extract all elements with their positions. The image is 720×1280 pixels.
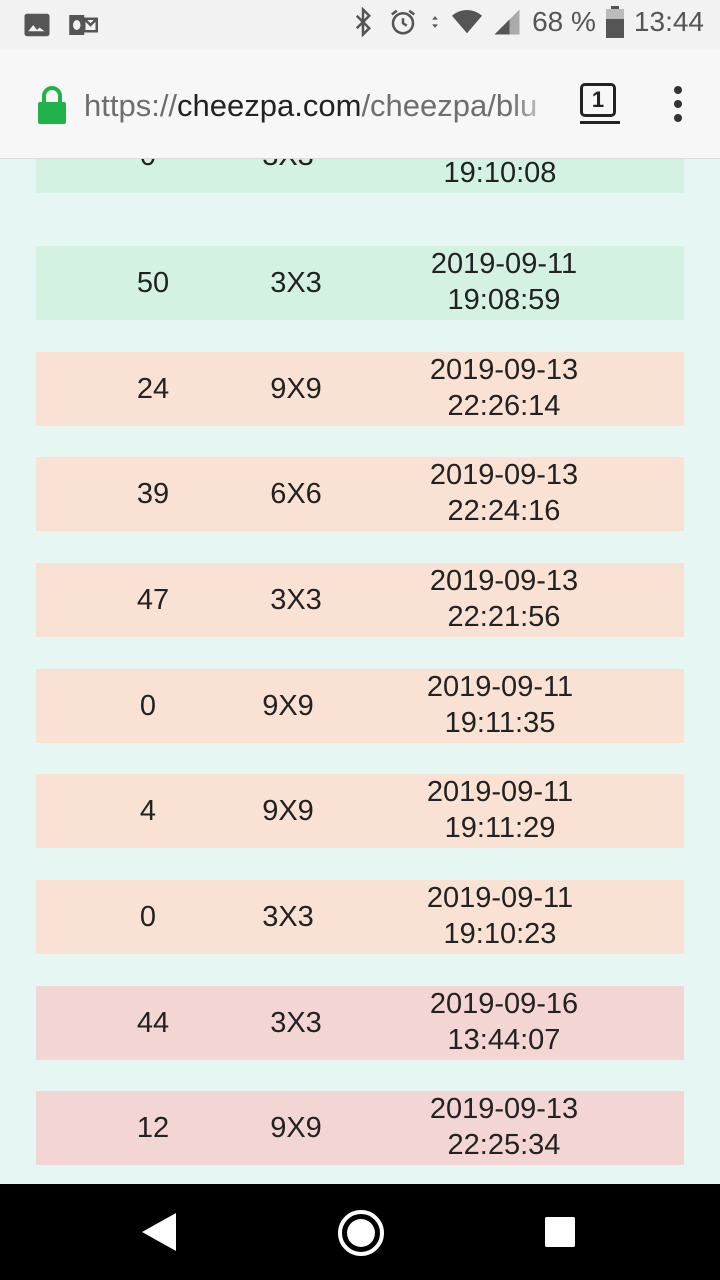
signal-icon <box>494 9 520 35</box>
date-text: 2019-09-11 <box>426 882 574 914</box>
data-arrows-icon <box>432 16 439 28</box>
date-text: 2019-09-16 <box>429 988 579 1020</box>
overflow-menu-button[interactable] <box>672 86 684 122</box>
url-host: cheezpa.com <box>177 88 362 123</box>
url-path: /cheezpa/blu <box>361 88 538 123</box>
date-text: 2019-09-13 <box>429 565 579 597</box>
size-cell: 9X9 <box>262 795 314 827</box>
time-text: 22:25:34 <box>447 1129 561 1161</box>
date-text: 2019-09-13 <box>429 1093 579 1125</box>
home-icon[interactable] <box>338 1210 384 1256</box>
status-bar: 68 % 13:44 <box>0 0 720 50</box>
size-cell: 3X3 <box>228 159 348 174</box>
size-cell: 9X9 <box>270 1112 322 1144</box>
datetime-cell: 2019-09-11 19:10:23 <box>400 880 600 952</box>
datetime-cell: 2019-09-13 22:21:56 <box>404 563 604 635</box>
alarm-icon <box>391 9 416 35</box>
datetime-cell: 2019-09-13 22:26:14 <box>404 352 604 424</box>
date-text: 2019-09-11 <box>430 248 578 280</box>
history-row[interactable]: 24 9X9 2019-09-13 22:26:14 <box>36 352 684 426</box>
bluetooth-icon <box>355 7 372 37</box>
datetime-cell: 2019-09-11 19:11:35 <box>400 669 600 741</box>
time-text: 19:11:29 <box>444 812 556 844</box>
history-row[interactable]: 0 3X3 2019-09-11 19:10:23 <box>36 880 684 954</box>
datetime-cell: 2019-09-16 13:44:07 <box>404 986 604 1058</box>
score-cell: 39 <box>136 478 170 510</box>
history-row[interactable]: 47 3X3 2019-09-13 22:21:56 <box>36 563 684 637</box>
wifi-icon <box>452 10 483 34</box>
time-text: 22:24:16 <box>447 495 561 527</box>
time-text: 22:21:56 <box>447 601 561 633</box>
outlook-icon <box>69 15 98 35</box>
time-text: 19:10:08 <box>443 159 557 189</box>
history-row[interactable]: 12 9X9 2019-09-13 22:25:34 <box>36 1091 684 1165</box>
time-text: 19:11:35 <box>444 707 556 739</box>
score-cell: 0 <box>108 159 188 174</box>
size-cell: 3X3 <box>270 1007 322 1039</box>
size-cell: 9X9 <box>270 373 322 405</box>
score-cell: 44 <box>136 1007 170 1039</box>
score-cell: 0 <box>139 901 157 933</box>
battery-percent: 68 % <box>532 6 596 37</box>
url-field[interactable]: https://cheezpa.com/cheezpa/blu <box>84 86 558 126</box>
time-text: 19:10:23 <box>443 918 557 950</box>
date-text: 2019-09-13 <box>429 354 579 386</box>
history-row[interactable]: 0 3X3 2019-09-1119:10:08 <box>36 159 684 193</box>
score-cell: 0 <box>139 690 157 722</box>
lock-icon[interactable] <box>36 86 68 124</box>
score-cell: 50 <box>136 267 170 299</box>
tab-switcher-underline <box>580 121 620 124</box>
datetime-cell: 2019-09-11 19:08:59 <box>404 246 604 318</box>
date-text: 2019-09-13 <box>429 459 579 491</box>
datetime-cell: 2019-09-13 22:25:34 <box>404 1091 604 1163</box>
size-cell: 3X3 <box>270 267 322 299</box>
history-row[interactable]: 4 9X9 2019-09-11 19:11:29 <box>36 774 684 848</box>
size-cell: 3X3 <box>270 584 322 616</box>
history-row[interactable]: 0 9X9 2019-09-11 19:11:35 <box>36 669 684 743</box>
back-icon[interactable] <box>142 1213 178 1251</box>
date-text: 2019-09-11 <box>426 671 574 703</box>
tab-switcher-button[interactable]: 1 <box>580 83 616 117</box>
time-text: 19:08:59 <box>447 284 561 316</box>
history-row[interactable]: 39 6X6 2019-09-13 22:24:16 <box>36 457 684 531</box>
size-cell: 6X6 <box>270 478 322 510</box>
clock: 13:44 <box>633 6 704 37</box>
time-text: 13:44:07 <box>447 1024 561 1056</box>
size-cell: 3X3 <box>262 901 314 933</box>
score-cell: 24 <box>136 373 170 405</box>
datetime-cell: 2019-09-1119:10:08 <box>400 159 600 191</box>
datetime-cell: 2019-09-13 22:24:16 <box>404 457 604 529</box>
date-text: 2019-09-11 <box>426 776 574 808</box>
score-cell: 12 <box>136 1112 170 1144</box>
history-row[interactable]: 44 3X3 2019-09-16 13:44:07 <box>36 986 684 1060</box>
time-text: 22:26:14 <box>447 390 561 422</box>
size-cell: 9X9 <box>262 690 314 722</box>
recent-apps-icon[interactable] <box>545 1217 575 1247</box>
history-row[interactable]: 50 3X3 2019-09-11 19:08:59 <box>36 246 684 320</box>
url-scheme: https:// <box>84 88 178 123</box>
battery-icon <box>605 6 624 38</box>
score-cell: 4 <box>139 795 157 827</box>
datetime-cell: 2019-09-11 19:11:29 <box>400 774 600 846</box>
history-list: 0 3X3 2019-09-1119:10:08 50 3X3 2019-09-… <box>0 159 720 1184</box>
image-icon <box>24 13 50 37</box>
score-cell: 47 <box>136 584 170 616</box>
